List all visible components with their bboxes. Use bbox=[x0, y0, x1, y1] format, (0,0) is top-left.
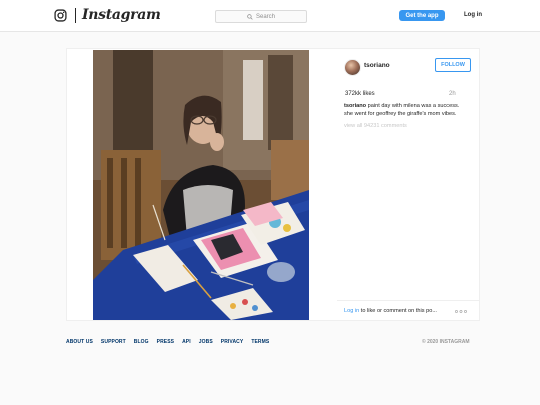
avatar[interactable] bbox=[344, 59, 361, 76]
copyright: © 2020 INSTAGRAM bbox=[422, 339, 470, 345]
footer-link-api[interactable]: API bbox=[182, 339, 191, 345]
view-all-comments-link[interactable]: view all 94231 comments bbox=[344, 123, 407, 129]
login-to-comment-link[interactable]: Log in bbox=[344, 308, 359, 314]
instagram-wordmark[interactable]: Instagram bbox=[82, 7, 161, 23]
likes-count[interactable]: 372kk likes bbox=[345, 91, 375, 97]
more-options-icon[interactable] bbox=[455, 310, 467, 313]
login-link[interactable]: Log in bbox=[464, 12, 482, 18]
post-card: tsoriano FOLLOW 372kk likes 2h tsoriano … bbox=[66, 48, 480, 321]
post-header: tsoriano FOLLOW bbox=[337, 49, 479, 85]
follow-button[interactable]: FOLLOW bbox=[435, 58, 471, 72]
footer-link-jobs[interactable]: JOBS bbox=[199, 339, 213, 345]
caption-username[interactable]: tsoriano bbox=[344, 103, 366, 109]
post-photo-scene bbox=[93, 50, 309, 320]
search-input[interactable]: Search bbox=[215, 10, 307, 23]
get-the-app-button[interactable]: Get the app bbox=[399, 10, 445, 21]
top-navigation-bar: Instagram Search Get the app Log in bbox=[0, 0, 540, 32]
post-caption: tsoriano paint day with milena was a suc… bbox=[344, 103, 469, 118]
login-to-comment-text: to like or comment on this po... bbox=[359, 308, 437, 314]
search-icon bbox=[247, 13, 253, 20]
footer-link-privacy[interactable]: PRIVACY bbox=[221, 339, 244, 345]
search-placeholder: Search bbox=[255, 13, 275, 20]
instagram-camera-icon[interactable] bbox=[54, 9, 67, 22]
post-photo[interactable] bbox=[93, 50, 309, 320]
footer-links: ABOUT US SUPPORT BLOG PRESS API JOBS PRI… bbox=[66, 339, 277, 345]
post-username[interactable]: tsoriano bbox=[364, 62, 390, 69]
footer-link-terms[interactable]: TERMS bbox=[251, 339, 269, 345]
post-sidebar: tsoriano FOLLOW 372kk likes 2h tsoriano … bbox=[337, 49, 479, 320]
comment-login-bar: Log in to like or comment on this po... bbox=[337, 300, 479, 321]
footer-link-support[interactable]: SUPPORT bbox=[101, 339, 126, 345]
footer-link-about-us[interactable]: ABOUT US bbox=[66, 339, 93, 345]
logo-divider bbox=[75, 8, 76, 23]
post-timestamp: 2h bbox=[449, 91, 456, 97]
footer-link-blog[interactable]: BLOG bbox=[134, 339, 149, 345]
login-to-comment: Log in to like or comment on this po... bbox=[344, 308, 437, 314]
footer-link-press[interactable]: PRESS bbox=[157, 339, 174, 345]
